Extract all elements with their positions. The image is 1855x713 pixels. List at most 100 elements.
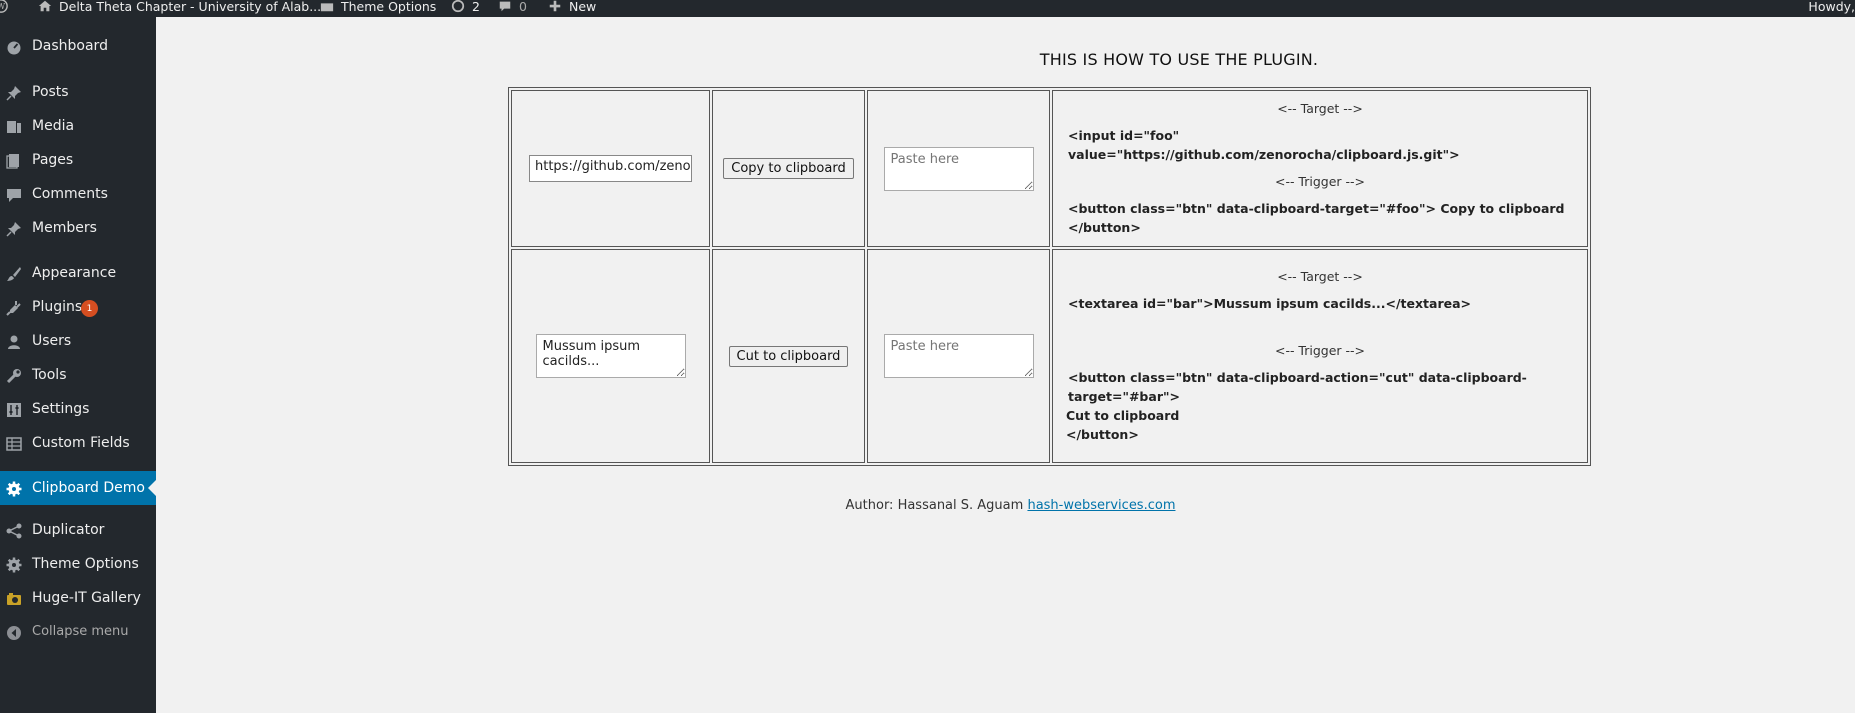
updates-link[interactable]: 2 (451, 0, 480, 16)
theme-options-label: Theme Options (341, 0, 437, 14)
pages-icon (6, 154, 19, 169)
user-icon (8, 335, 20, 349)
sidebar-item-appearance[interactable]: Appearance (0, 256, 156, 290)
table-row: https://github.com/zenorocha/clipboard.j… (511, 90, 1588, 247)
updates-icon (451, 0, 465, 13)
sidebar-item-label: Custom Fields (32, 435, 130, 451)
admin-bar: W Delta Theta Chapter - University of Al… (0, 0, 1855, 17)
sidebar-item-label: Posts (32, 84, 69, 100)
sidebar-item-clipboard-demo[interactable]: Clipboard Demo (0, 471, 156, 505)
sidebar-item-pages[interactable]: Pages (0, 143, 156, 177)
sidebar-item-label: Settings (32, 401, 90, 417)
sidebar-item-label: Theme Options (32, 556, 139, 572)
page-title: THIS IS HOW TO USE THE PLUGIN. (1039, 50, 1319, 69)
sidebar-item-label: Comments (32, 186, 108, 202)
sidebar-item-media[interactable]: Media (0, 109, 156, 143)
sidebar-item-label: Dashboard (32, 38, 108, 54)
code-example-cell: <-- Target --> <input id="foo" value="ht… (1052, 90, 1588, 247)
sidebar-item-label: Collapse menu (32, 624, 129, 639)
demo-table: https://github.com/zenorocha/clipboard.j… (508, 87, 1591, 466)
table-cell: Mussum ipsum cacilds... (511, 249, 710, 463)
new-label: New (569, 0, 597, 14)
dashboard-icon (7, 41, 21, 55)
share-icon (6, 523, 22, 539)
plus-icon (549, 0, 561, 12)
gear-icon (6, 557, 22, 573)
sidebar-item-dashboard[interactable]: Dashboard (0, 29, 156, 63)
comments-count: 0 (519, 0, 527, 14)
sidebar-item-label: Media (32, 118, 75, 134)
sidebar-item-comments[interactable]: Comments (0, 177, 156, 211)
sidebar-item-settings[interactable]: Settings (0, 392, 156, 426)
sidebar-item-label: Members (32, 220, 97, 236)
site-name: Delta Theta Chapter - University of Alab… (59, 0, 322, 14)
pin-icon (6, 222, 21, 237)
comments-link[interactable]: 0 (498, 0, 527, 16)
collapse-icon (7, 626, 21, 640)
sidebar-item-label: Huge-IT Gallery (32, 590, 141, 606)
url-input[interactable]: https://github.com/zenorocha/clipboard.j… (529, 155, 692, 182)
site-name-link[interactable]: Delta Theta Chapter - University of Alab… (38, 0, 321, 16)
sidebar-item-label: Clipboard Demo (32, 480, 145, 496)
trigger-code-line: Cut to clipboard (1066, 407, 1180, 423)
sidebar-item-theme-options[interactable]: Theme Options (0, 547, 156, 581)
camera-icon (7, 593, 21, 605)
update-count-badge: 1 (81, 300, 98, 317)
admin-sidebar: Dashboard Posts Media Pages Comments Mem… (0, 17, 156, 713)
sidebar-item-label: Tools (32, 367, 67, 383)
cut-to-clipboard-button[interactable]: Cut to clipboard (728, 345, 849, 367)
copy-to-clipboard-button[interactable]: Copy to clipboard (723, 158, 854, 179)
plugin-icon (6, 301, 21, 316)
howdy-account-link[interactable]: Howdy, (1808, 0, 1855, 16)
trigger-code-line: <button class="btn" data-clipboard-actio… (1068, 369, 1527, 404)
new-content-link[interactable]: New (548, 0, 596, 16)
home-icon (38, 0, 52, 12)
table-cell (867, 90, 1050, 247)
paste-textarea[interactable] (883, 146, 1034, 191)
sidebar-item-users[interactable]: Users (0, 324, 156, 358)
collapse-menu-button[interactable]: Collapse menu (0, 615, 156, 649)
text-textarea[interactable]: Mussum ipsum cacilds... (535, 334, 686, 378)
trigger-code-line: </button> (1066, 426, 1139, 442)
wordpress-logo-icon[interactable]: W (0, 0, 15, 16)
pin-icon (6, 86, 21, 101)
author-website-link[interactable]: hash-webservices.com (1027, 498, 1175, 513)
target-code: <input id="foo" value="https://github.co… (1068, 127, 1460, 162)
sidebar-item-plugins[interactable]: Plugins 1 (0, 290, 156, 324)
sidebar-item-duplicator[interactable]: Duplicator (0, 513, 156, 547)
sidebar-item-label: Pages (32, 152, 74, 168)
target-code: <textarea id="bar">Mussum ipsum cacilds.… (1068, 295, 1471, 311)
target-comment: <-- Target --> (1277, 100, 1363, 116)
code-example-cell: <-- Target --> <textarea id="bar">Mussum… (1052, 249, 1588, 463)
updates-count: 2 (472, 0, 480, 14)
paste-textarea[interactable] (883, 334, 1034, 378)
howdy-label: Howdy, (1808, 0, 1855, 14)
sidebar-item-label: Appearance (32, 265, 117, 281)
wrench-icon (6, 369, 21, 384)
target-comment: <-- Target --> (1277, 268, 1363, 284)
theme-options-icon (320, 3, 334, 12)
trigger-code: <button class="btn" data-clipboard-targe… (1068, 200, 1565, 235)
table-row: Mussum ipsum cacilds... Cut to clipboard… (511, 249, 1588, 463)
brush-icon (7, 267, 21, 281)
trigger-comment: <-- Trigger --> (1274, 173, 1366, 189)
comment-icon (7, 189, 21, 202)
author-credit: Author: Hassanal S. Aguam hash-webservic… (156, 498, 1855, 513)
media-icon (7, 121, 21, 133)
sidebar-item-posts[interactable]: Posts (0, 75, 156, 109)
settings-icon (7, 403, 21, 417)
sidebar-item-tools[interactable]: Tools (0, 358, 156, 392)
sidebar-item-label: Users (32, 333, 72, 349)
sidebar-item-custom-fields[interactable]: Custom Fields (0, 426, 156, 460)
sidebar-item-label: Plugins (32, 299, 83, 315)
main-content: THIS IS HOW TO USE THE PLUGIN. https://g… (156, 17, 1855, 713)
sidebar-item-members[interactable]: Members (0, 211, 156, 245)
table-icon (6, 437, 22, 451)
comment-icon (499, 1, 511, 12)
table-cell: Copy to clipboard (712, 90, 865, 247)
author-label: Author: Hassanal S. Aguam (845, 498, 1024, 513)
table-cell: https://github.com/zenorocha/clipboard.j… (511, 90, 710, 247)
table-cell: Cut to clipboard (712, 249, 865, 463)
sidebar-item-huge-it-gallery[interactable]: Huge-IT Gallery (0, 581, 156, 615)
theme-options-link[interactable]: Theme Options (320, 0, 436, 16)
